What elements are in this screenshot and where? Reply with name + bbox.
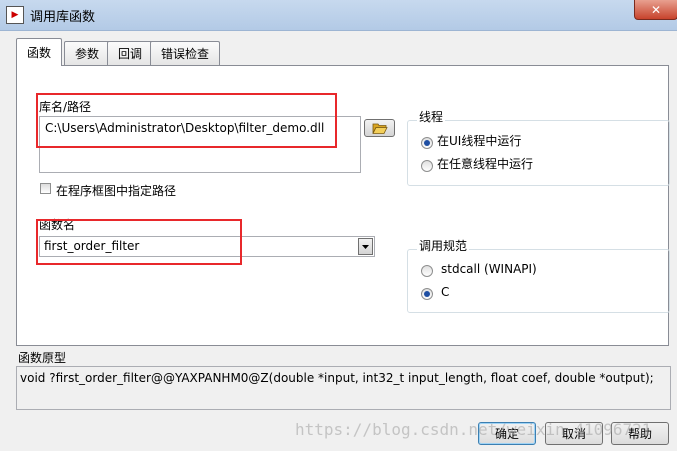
c-convention-radio[interactable] <box>421 288 433 300</box>
library-path-label: 库名/路径 <box>39 100 92 114</box>
radio-selected-dot <box>424 291 430 297</box>
calling-convention-group <box>407 249 670 313</box>
tab-panel: 库名/路径 C:\Users\Administrator\Desktop\fil… <box>16 65 670 346</box>
tab-function[interactable]: 函数 <box>16 38 63 66</box>
function-name-label: 函数名 <box>39 218 76 232</box>
c-convention-label: C <box>441 285 450 299</box>
tab-callbacks-label: 回调 <box>118 47 143 61</box>
watermark: https://blog.csdn.net/weixin_41096721 <box>295 420 652 439</box>
folder-open-icon <box>371 123 388 134</box>
tab-parameters-label: 参数 <box>75 47 100 61</box>
thread-ui-radio[interactable] <box>421 137 433 149</box>
function-name-value: first_order_filter <box>44 239 140 253</box>
stdcall-label: stdcall (WINAPI) <box>441 262 537 276</box>
radio-selected-dot <box>424 140 430 146</box>
specify-path-label: 在程序框图中指定路径 <box>56 184 177 198</box>
tab-error-checking-label: 错误检查 <box>161 47 210 61</box>
window-title: 调用库函数 <box>30 10 96 25</box>
thread-group <box>407 120 670 186</box>
tab-parameters[interactable]: 参数 <box>64 41 111 65</box>
specify-path-checkbox[interactable] <box>40 183 51 194</box>
calling-convention-title: 调用规范 <box>417 237 470 254</box>
tab-callbacks[interactable]: 回调 <box>107 41 154 65</box>
tab-function-label: 函数 <box>27 46 52 60</box>
dropdown-button[interactable] <box>358 238 373 255</box>
thread-ui-label: 在UI线程中运行 <box>437 134 522 148</box>
app-icon: ▶ <box>6 6 24 24</box>
prototype-display: void ?first_order_filter@@YAXPANHM0@Z(do… <box>16 366 671 410</box>
title-bar <box>0 0 677 31</box>
thread-group-title: 线程 <box>417 108 446 125</box>
close-button[interactable]: ✕ <box>634 0 677 20</box>
browse-button[interactable] <box>364 119 395 137</box>
library-path-input[interactable]: C:\Users\Administrator\Desktop\filter_de… <box>39 116 361 173</box>
function-name-select[interactable]: first_order_filter <box>39 236 375 257</box>
tab-error-checking[interactable]: 错误检查 <box>150 41 221 65</box>
prototype-label: 函数原型 <box>18 351 67 365</box>
thread-any-radio[interactable] <box>421 160 433 172</box>
thread-any-label: 在任意线程中运行 <box>437 157 534 171</box>
stdcall-radio[interactable] <box>421 265 433 277</box>
chevron-down-icon <box>362 244 369 249</box>
